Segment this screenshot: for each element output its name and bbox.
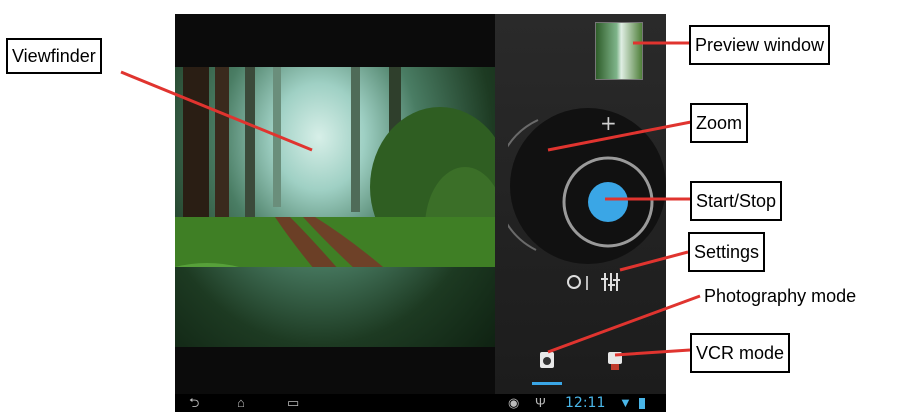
callout-photography-mode: Photography mode xyxy=(704,286,857,306)
tablet-screen: + ⮌ ⌂ ▭ ◉ Ψ 12:11 ▼ xyxy=(175,14,666,412)
preview-window[interactable] xyxy=(595,22,643,80)
callout-settings: Settings xyxy=(688,232,766,272)
recent-apps-icon[interactable]: ▭ xyxy=(287,395,299,411)
tree-trunk-left-2 xyxy=(215,67,229,227)
camera-dial: + xyxy=(508,108,666,291)
status-time: 12:11 xyxy=(565,395,606,411)
usb-icon: Ψ xyxy=(535,395,546,410)
viewfinder[interactable] xyxy=(175,67,495,347)
home-icon[interactable]: ⌂ xyxy=(237,395,245,411)
camera-icon[interactable] xyxy=(540,352,554,368)
photo-mode-dot-icon[interactable] xyxy=(567,275,581,289)
active-mode-indicator xyxy=(532,382,562,385)
tree-trunk-left-1 xyxy=(183,67,209,242)
tree-trunk-left-3 xyxy=(245,67,255,217)
mode-divider xyxy=(586,276,588,290)
mode-icons xyxy=(532,352,622,385)
callout-preview-window: Preview window xyxy=(689,25,831,65)
tree-trunk-right-1 xyxy=(351,67,360,212)
shutter-button[interactable] xyxy=(588,182,628,222)
tree-trunk-mid xyxy=(273,67,281,207)
callout-start-stop: Start/Stop xyxy=(690,181,783,221)
wifi-icon: ▼ xyxy=(619,395,632,410)
back-icon[interactable]: ⮌ xyxy=(189,395,199,411)
notification-icon: ◉ xyxy=(508,395,520,410)
battery-icon xyxy=(639,398,645,409)
callout-viewfinder: Viewfinder xyxy=(6,38,102,74)
zoom-plus-icon[interactable]: + xyxy=(600,111,617,135)
callout-zoom: Zoom xyxy=(690,103,749,143)
forest-scene xyxy=(175,67,495,267)
video-camera-icon[interactable] xyxy=(608,352,622,370)
settings-sliders-icon[interactable] xyxy=(601,273,620,291)
callout-vcr-mode: VCR mode xyxy=(690,333,791,373)
